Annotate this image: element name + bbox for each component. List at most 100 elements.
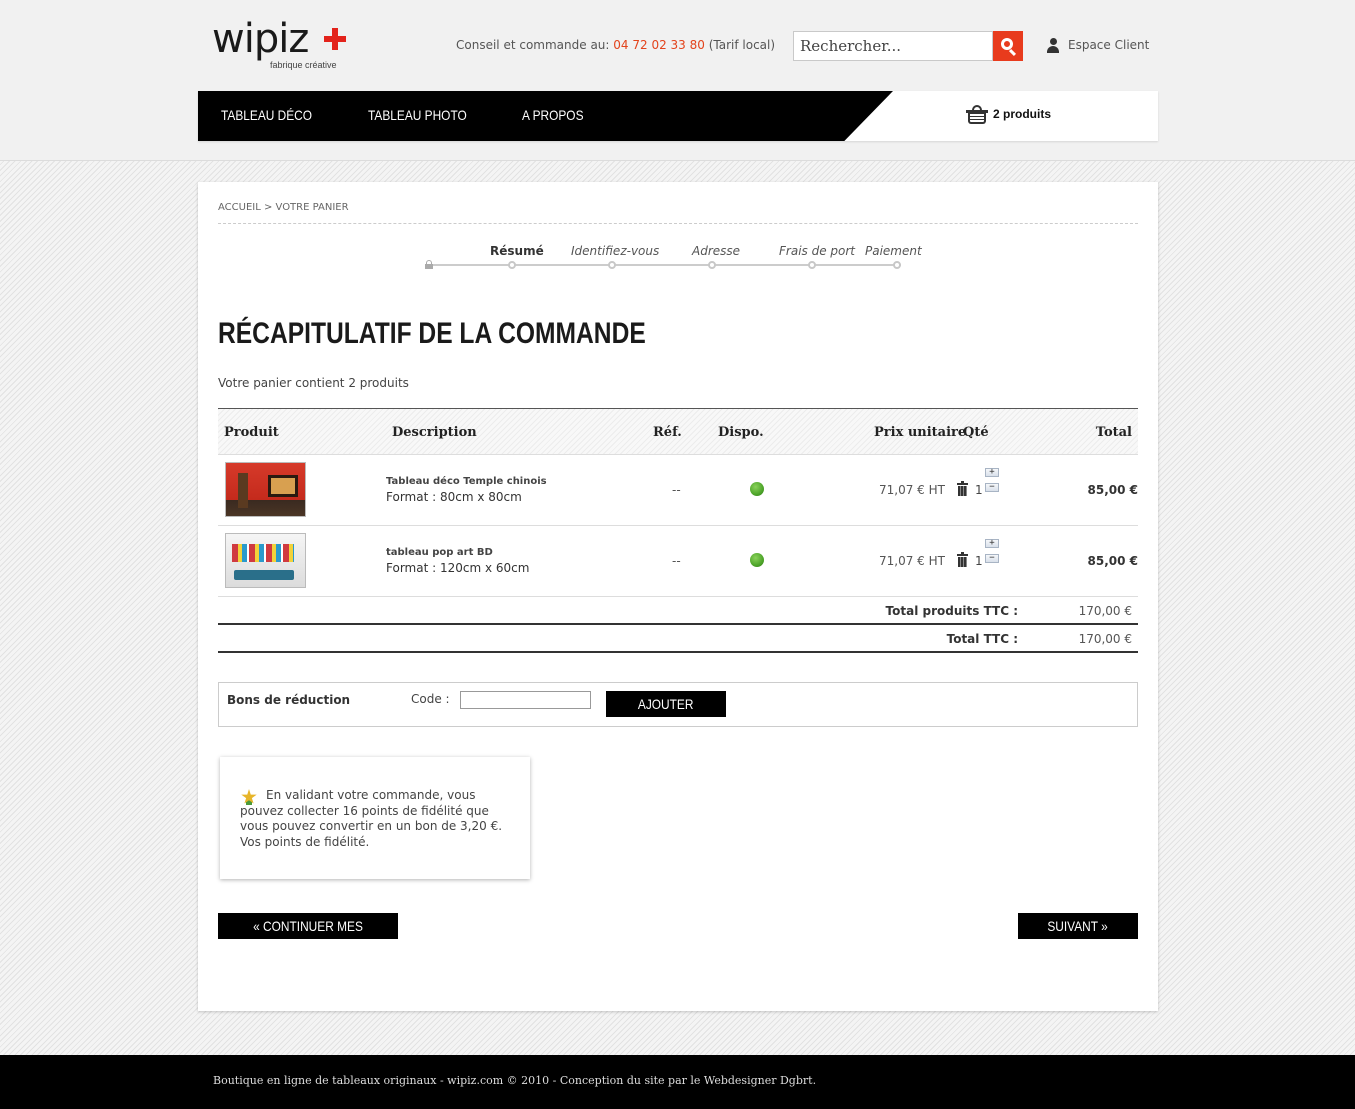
product-name[interactable]: tableau pop art BD bbox=[386, 547, 493, 558]
step-dot-adresse bbox=[708, 261, 716, 269]
cart-summary: Votre panier contient 2 produits bbox=[218, 376, 409, 390]
total-products-value: 170,00 € bbox=[1078, 604, 1132, 618]
availability-dot-icon bbox=[750, 482, 764, 496]
nav-item-tableau-photo[interactable]: TABLEAU PHOTO bbox=[368, 107, 467, 123]
header-product: Produit bbox=[224, 425, 279, 440]
thumbnail-detail bbox=[271, 478, 295, 494]
user-icon-body bbox=[1047, 46, 1059, 53]
header-dispo: Dispo. bbox=[718, 425, 764, 440]
breadcrumb[interactable]: ACCUEIL > VOTRE PANIER bbox=[218, 202, 1138, 224]
site-header: wipiz fabrique créative Conseil et comma… bbox=[0, 0, 1355, 161]
product-total: 85,00 € bbox=[1087, 483, 1138, 497]
table-row: Tableau déco Temple chinois Format : 80c… bbox=[218, 455, 1138, 526]
site-footer: Boutique en ligne de tableaux originaux … bbox=[0, 1055, 1355, 1109]
table-header: Produit Description Réf. Dispo. Prix uni… bbox=[218, 408, 1138, 455]
step-dot-resume bbox=[508, 261, 516, 269]
header-unit-price: Prix unitaire bbox=[874, 425, 967, 440]
total-ttc-row: Total TTC : 170,00 € bbox=[218, 625, 1138, 653]
trash-icon-lid bbox=[957, 483, 968, 485]
step-adresse: Adresse bbox=[692, 244, 741, 258]
account-link[interactable]: Espace Client bbox=[1068, 38, 1149, 52]
basket-icon[interactable] bbox=[966, 105, 988, 125]
qty-decrease-button[interactable]: − bbox=[985, 483, 999, 492]
lock-icon-body bbox=[425, 264, 433, 269]
qty-increase-button[interactable]: + bbox=[985, 468, 999, 477]
availability-dot-icon bbox=[750, 553, 764, 567]
logo-tagline: fabrique créative bbox=[270, 60, 337, 70]
checkout-steps: Résumé Identifiez-vous Adresse Frais de … bbox=[408, 242, 928, 282]
voucher-code-input[interactable] bbox=[460, 691, 591, 709]
add-voucher-label: AJOUTER bbox=[638, 696, 694, 712]
header-total: Total bbox=[1095, 425, 1132, 440]
product-ref: -- bbox=[672, 554, 681, 568]
site-logo[interactable]: wipiz fabrique créative bbox=[212, 16, 352, 74]
search-input[interactable]: Rechercher... bbox=[793, 31, 993, 61]
continue-shopping-button[interactable]: « CONTINUER MES ACHATS bbox=[218, 913, 398, 960]
steps-line bbox=[429, 264, 901, 266]
contact-phone[interactable]: 04 72 02 33 80 bbox=[613, 38, 705, 52]
thumbnail-detail bbox=[234, 570, 294, 580]
basket-icon-body bbox=[968, 113, 986, 124]
header-ref: Réf. bbox=[653, 425, 682, 440]
product-format: Format : 120cm x 60cm bbox=[386, 561, 530, 575]
trash-icon-can bbox=[958, 557, 967, 567]
next-label: SUIVANT » bbox=[1047, 918, 1109, 934]
search-icon-handle bbox=[1008, 48, 1017, 57]
add-voucher-button[interactable]: AJOUTER bbox=[606, 691, 726, 717]
step-paiement: Paiement bbox=[865, 244, 922, 258]
search-button[interactable] bbox=[993, 31, 1023, 61]
product-ref: -- bbox=[672, 483, 681, 497]
page-title: RÉCAPITULATIF DE LA COMMANDE bbox=[218, 317, 646, 350]
product-qty: 1 bbox=[975, 554, 983, 568]
step-dot-identifiez bbox=[608, 261, 616, 269]
contact-phone-note: (Tarif local) bbox=[708, 38, 776, 52]
total-products-label: Total produits TTC : bbox=[885, 604, 1018, 618]
step-resume: Résumé bbox=[490, 244, 544, 258]
nav-item-tableau-deco[interactable]: TABLEAU DÉCO bbox=[221, 107, 312, 123]
logo-wordmark: wipiz bbox=[212, 16, 309, 62]
product-thumbnail[interactable] bbox=[225, 462, 306, 517]
user-icon-head bbox=[1050, 38, 1057, 45]
user-icon[interactable] bbox=[1047, 38, 1059, 53]
header-qty: Qté bbox=[963, 425, 989, 440]
continue-shopping-label: « CONTINUER MES ACHATS bbox=[253, 918, 363, 960]
product-qty: 1 bbox=[975, 483, 983, 497]
total-ttc-value: 170,00 € bbox=[1078, 632, 1132, 646]
step-dot-paiement bbox=[893, 261, 901, 269]
next-button[interactable]: SUIVANT » bbox=[1018, 913, 1138, 939]
header-description: Description bbox=[392, 425, 477, 440]
trash-icon-lid bbox=[957, 554, 968, 556]
logo-plus-icon bbox=[324, 28, 346, 50]
main-content: ACCUEIL > VOTRE PANIER Résumé Identifiez… bbox=[198, 182, 1158, 1011]
trash-icon[interactable] bbox=[957, 552, 968, 567]
trash-icon-can bbox=[958, 486, 967, 496]
lock-icon bbox=[425, 260, 433, 269]
product-name[interactable]: Tableau déco Temple chinois bbox=[386, 476, 547, 487]
contact-label: Conseil et commande au: bbox=[456, 38, 610, 52]
total-ttc-label: Total TTC : bbox=[946, 632, 1018, 646]
contact-info: Conseil et commande au: 04 72 02 33 80 (… bbox=[456, 38, 775, 52]
loyalty-text: En validant votre commande, vous pouvez … bbox=[240, 788, 503, 849]
thumbnail-detail bbox=[232, 544, 294, 562]
qty-decrease-button[interactable]: − bbox=[985, 554, 999, 563]
thumbnail-detail bbox=[238, 473, 248, 508]
product-unit-price: 71,07 € HT bbox=[879, 483, 945, 497]
table-row: tableau pop art BD Format : 120cm x 60cm… bbox=[218, 526, 1138, 597]
total-products-row: Total produits TTC : 170,00 € bbox=[218, 597, 1138, 625]
step-frais-de-port: Frais de port bbox=[779, 244, 856, 258]
product-thumbnail[interactable] bbox=[225, 533, 306, 588]
product-format: Format : 80cm x 80cm bbox=[386, 490, 522, 504]
trash-icon[interactable] bbox=[957, 481, 968, 496]
nav-item-a-propos[interactable]: A PROPOS bbox=[522, 107, 584, 123]
product-unit-price: 71,07 € HT bbox=[879, 554, 945, 568]
voucher-section: Bons de réduction Code : AJOUTER bbox=[218, 682, 1138, 727]
qty-increase-button[interactable]: + bbox=[985, 539, 999, 548]
step-identifiez-vous: Identifiez-vous bbox=[571, 244, 660, 258]
cart-count[interactable]: 2 produits bbox=[993, 107, 1051, 121]
step-dot-frais bbox=[808, 261, 816, 269]
voucher-code-label: Code : bbox=[411, 692, 450, 706]
loyalty-box: En validant votre commande, vous pouvez … bbox=[220, 757, 530, 879]
footer-text: Boutique en ligne de tableaux originaux … bbox=[213, 1074, 817, 1087]
voucher-label: Bons de réduction bbox=[227, 693, 351, 707]
main-nav: TABLEAU DÉCO TABLEAU PHOTO A PROPOS 2 pr… bbox=[198, 91, 1158, 141]
